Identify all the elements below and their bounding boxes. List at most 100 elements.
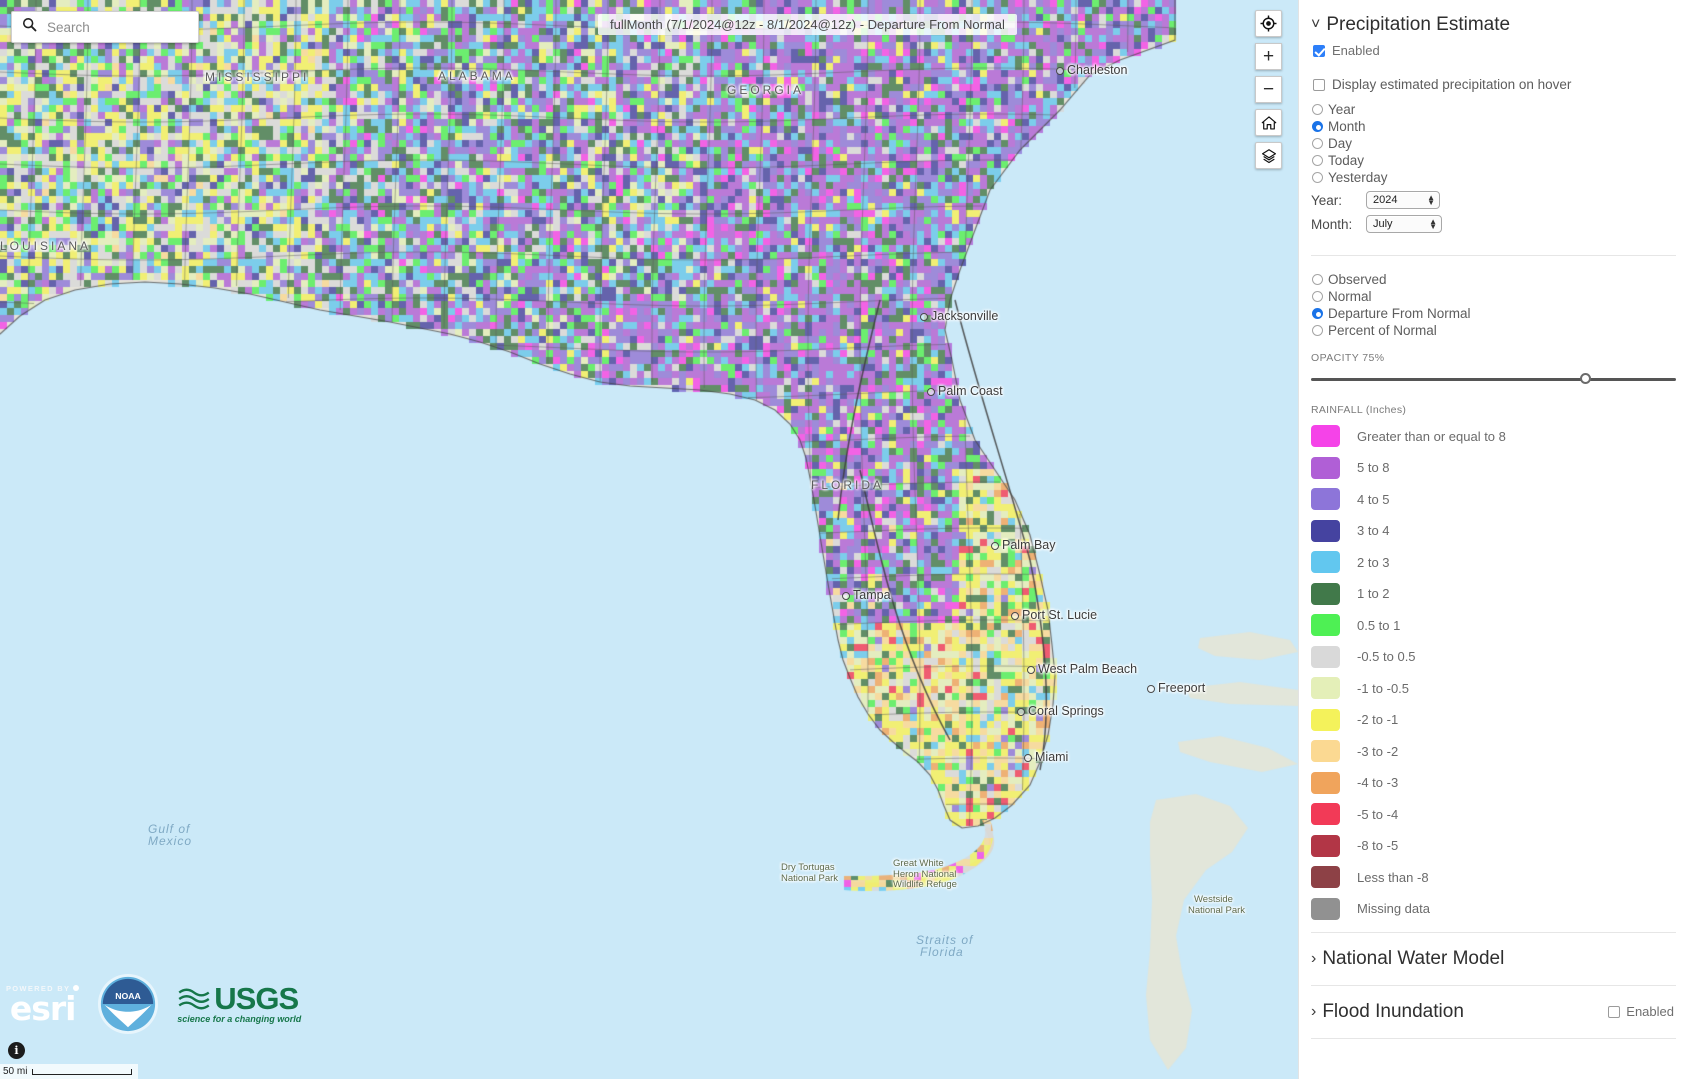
product-option-percent-of-normal[interactable]: Percent of Normal <box>1312 323 1676 338</box>
product-option-radio[interactable] <box>1312 274 1323 285</box>
product-option-radio[interactable] <box>1312 308 1323 319</box>
flood-inundation-row[interactable]: › Flood Inundation Enabled <box>1311 986 1676 1038</box>
legend-label: 3 to 4 <box>1357 523 1390 538</box>
search-widget[interactable] <box>11 11 199 43</box>
precipitation-estimate-header[interactable]: ˅ Precipitation Estimate <box>1311 14 1676 36</box>
precipitation-enabled-label: Enabled <box>1332 43 1380 58</box>
period-option-yesterday[interactable]: Yesterday <box>1312 170 1676 185</box>
month-select[interactable]: July ▲ ▼ <box>1366 215 1442 233</box>
zoom-out-icon[interactable]: − <box>1255 76 1282 103</box>
rainfall-legend: Greater than or equal to 8 5 to 8 4 to 5 3 … <box>1311 425 1676 920</box>
product-option-label: Observed <box>1328 272 1387 287</box>
period-option-label: Year <box>1328 102 1356 117</box>
year-select[interactable]: 2024 ▲ ▼ <box>1366 191 1440 209</box>
panel-divider <box>1311 255 1676 256</box>
legend-item: -0.5 to 0.5 <box>1311 645 1676 668</box>
legend-item: -8 to -5 <box>1311 834 1676 857</box>
period-option-radio[interactable] <box>1312 121 1323 132</box>
map-viewport[interactable]: MISSISSIPPI ALABAMA GEORGIA LOUISIANA FLORID… <box>0 0 1298 1079</box>
chevron-down-icon: ˅ <box>1311 16 1321 33</box>
usgs-wave-icon <box>178 988 210 1010</box>
zoom-in-icon[interactable]: + <box>1255 43 1282 70</box>
legend-item: 1 to 2 <box>1311 582 1676 605</box>
esri-wordmark: esri <box>9 988 77 1028</box>
legend-item: 3 to 4 <box>1311 519 1676 542</box>
national-water-model-row[interactable]: › National Water Model <box>1311 933 1676 985</box>
legend-label: -2 to -1 <box>1357 712 1399 727</box>
product-option-label: Normal <box>1328 289 1372 304</box>
legend-item: -3 to -2 <box>1311 740 1676 762</box>
legend-item: 5 to 8 <box>1311 456 1676 479</box>
year-field-row[interactable]: Year: 2024 ▲ ▼ <box>1311 191 1676 209</box>
map-title-banner: fullMonth (7/1/2024@12z - 8/1/2024@12z) … <box>598 14 1017 35</box>
legend-color-swatch <box>1311 866 1340 888</box>
locate-icon[interactable] <box>1255 10 1282 37</box>
app-root: MISSISSIPPI ALABAMA GEORGIA LOUISIANA FLORID… <box>0 0 1690 1079</box>
noaa-logo: NOAA <box>97 973 159 1035</box>
period-option-radio[interactable] <box>1312 155 1323 166</box>
legend-label: -4 to -3 <box>1357 775 1399 790</box>
product-option-radio[interactable] <box>1312 291 1323 302</box>
flood-inundation-enabled-label: Enabled <box>1626 1004 1674 1019</box>
period-option-month[interactable]: Month <box>1312 119 1676 134</box>
hover-estimate-label: Display estimated precipitation on hover <box>1332 77 1572 92</box>
legend-color-swatch <box>1311 771 1340 794</box>
legend-color-swatch <box>1311 708 1340 731</box>
month-select-value: July <box>1373 217 1393 230</box>
legend-color-swatch <box>1311 582 1340 605</box>
legend-label: Less than -8 <box>1357 869 1429 885</box>
hover-estimate-row[interactable]: Display estimated precipitation on hover <box>1313 77 1676 92</box>
product-option-observed[interactable]: Observed <box>1312 272 1676 287</box>
product-radio-group[interactable]: Observed Normal Departure From Normal Perce… <box>1312 272 1676 338</box>
period-option-radio[interactable] <box>1312 138 1323 149</box>
hover-estimate-checkbox[interactable] <box>1313 78 1325 91</box>
product-option-label: Percent of Normal <box>1328 323 1437 338</box>
legend-item: Greater than or equal to 8 <box>1311 425 1676 447</box>
year-select-value: 2024 <box>1373 193 1398 206</box>
precipitation-enabled-row[interactable]: Enabled <box>1313 43 1676 58</box>
legend-color-swatch <box>1311 551 1340 573</box>
year-spinner-icon: ▲ ▼ <box>1427 192 1435 207</box>
info-icon[interactable]: i <box>8 1042 25 1059</box>
product-option-departure-from-normal[interactable]: Departure From Normal <box>1312 306 1676 321</box>
legend-color-swatch <box>1311 488 1340 510</box>
opacity-slider-thumb[interactable] <box>1579 373 1591 384</box>
scale-bar-graphic <box>32 1068 133 1075</box>
month-field-row[interactable]: Month: July ▲ ▼ <box>1311 215 1676 233</box>
scale-bar-label: 50 mi <box>3 1066 28 1077</box>
period-radio-group[interactable]: Year Month Day Today Yesterday <box>1312 102 1676 185</box>
precipitation-enabled-checkbox[interactable] <box>1313 44 1325 57</box>
period-option-today[interactable]: Today <box>1312 153 1676 168</box>
search-icon <box>22 17 37 37</box>
home-icon[interactable] <box>1255 109 1282 136</box>
product-option-normal[interactable]: Normal <box>1312 289 1676 304</box>
period-option-label: Month <box>1328 119 1366 134</box>
period-option-radio[interactable] <box>1312 172 1323 183</box>
legend-item: 0.5 to 1 <box>1311 614 1676 636</box>
national-water-model-title: National Water Model <box>1322 947 1505 969</box>
search-input[interactable] <box>45 18 188 36</box>
map-navigation-controls[interactable]: + − <box>1255 10 1282 169</box>
month-field-label: Month: <box>1311 216 1353 232</box>
product-option-radio[interactable] <box>1312 325 1323 336</box>
legend-color-swatch <box>1311 803 1340 825</box>
legend-label: 4 to 5 <box>1357 491 1390 507</box>
legend-label: 5 to 8 <box>1357 460 1390 475</box>
layers-panel: ˅ Precipitation Estimate Enabled Display… <box>1298 0 1690 1079</box>
layers-icon[interactable] <box>1255 142 1282 169</box>
usgs-wordmark: USGS <box>214 981 299 1016</box>
legend-label: -0.5 to 0.5 <box>1357 649 1416 664</box>
period-option-day[interactable]: Day <box>1312 136 1676 151</box>
legend-label: -8 to -5 <box>1357 838 1399 853</box>
legend-label: -3 to -2 <box>1357 743 1399 759</box>
noaa-wordmark: NOAA <box>115 991 141 1001</box>
period-option-year[interactable]: Year <box>1312 102 1676 117</box>
period-option-label: Day <box>1328 136 1353 151</box>
chevron-right-icon-2: › <box>1311 1002 1317 1020</box>
flood-inundation-enabled-checkbox[interactable] <box>1608 1005 1621 1018</box>
period-option-radio[interactable] <box>1312 104 1323 115</box>
legend-label: Missing data <box>1357 901 1430 916</box>
flood-inundation-enabled-row[interactable]: Enabled <box>1608 1004 1674 1019</box>
legend-item: -5 to -4 <box>1311 803 1676 825</box>
opacity-slider[interactable] <box>1311 372 1676 386</box>
